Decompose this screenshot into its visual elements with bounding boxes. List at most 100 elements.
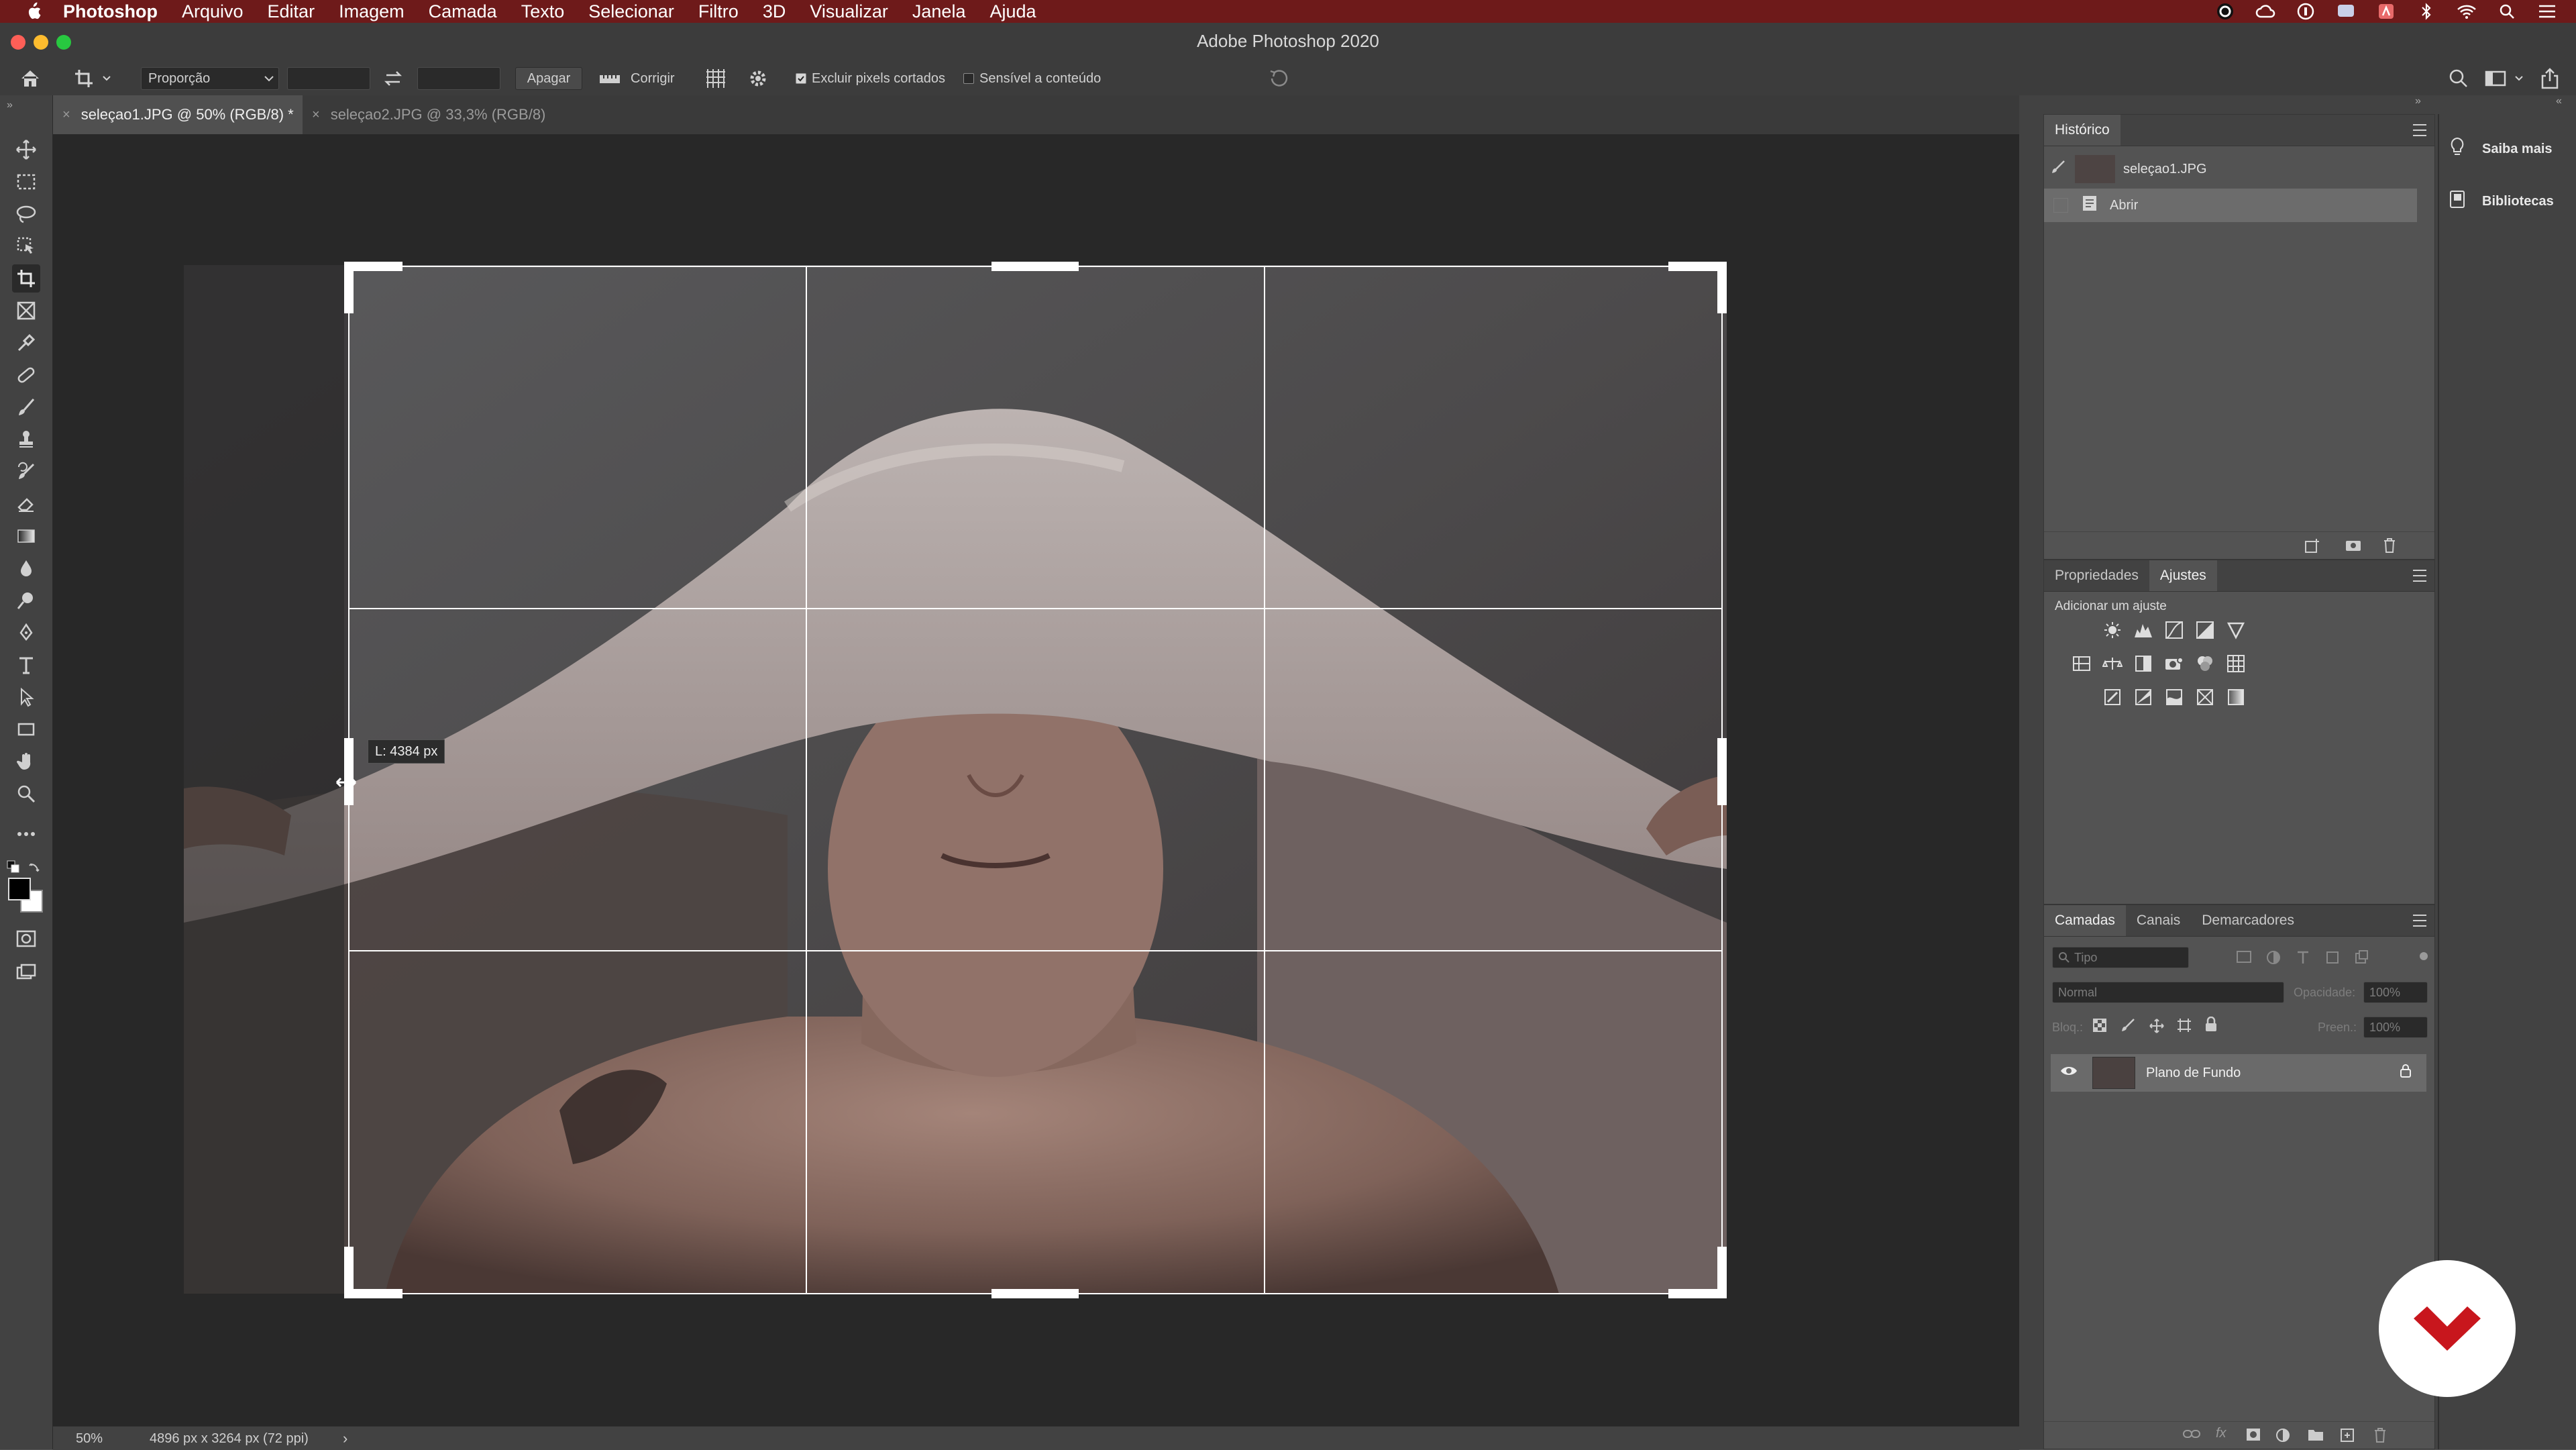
- hue-saturation-icon[interactable]: [2071, 653, 2092, 674]
- history-brush-source-icon[interactable]: [2051, 160, 2067, 178]
- menu-selecionar[interactable]: Selecionar: [588, 1, 674, 22]
- menu-editar[interactable]: Editar: [268, 1, 315, 22]
- blend-mode-select[interactable]: Normal: [2052, 982, 2284, 1003]
- layer-row[interactable]: Plano de Fundo: [2051, 1054, 2426, 1092]
- adobe-icon[interactable]: [2376, 1, 2396, 21]
- color-lookup-icon[interactable]: [2225, 653, 2247, 674]
- search-icon[interactable]: [2449, 67, 2469, 90]
- brightness-contrast-icon[interactable]: [2102, 619, 2123, 641]
- levels-icon[interactable]: [2133, 619, 2154, 641]
- trash-icon[interactable]: [2382, 537, 2397, 557]
- document-info[interactable]: 4896 px x 3264 px (72 ppi): [150, 1431, 309, 1447]
- share-icon[interactable]: [2540, 67, 2560, 90]
- opacity-input[interactable]: 100%: [2363, 982, 2428, 1003]
- delete-layer-icon[interactable]: [2373, 1427, 2387, 1447]
- layer-lock-icon[interactable]: [2400, 1064, 2412, 1082]
- tab-camadas[interactable]: Camadas: [2044, 905, 2126, 936]
- new-adjustment-layer-icon[interactable]: [2275, 1427, 2291, 1447]
- close-tab-icon[interactable]: ×: [312, 107, 320, 123]
- libraries-panel-button[interactable]: Bibliotecas: [2439, 180, 2576, 223]
- lock-artboard-icon[interactable]: [2177, 1018, 2192, 1036]
- more-tools-icon[interactable]: [12, 820, 40, 848]
- crop-tool-icon[interactable]: [12, 264, 40, 293]
- status-menu-chevron-icon[interactable]: ›: [343, 1430, 347, 1447]
- lock-pixels-icon[interactable]: [2121, 1018, 2135, 1036]
- blur-tool-icon[interactable]: [12, 554, 40, 582]
- new-group-icon[interactable]: [2307, 1427, 2324, 1445]
- panel-menu-icon[interactable]: [2413, 915, 2426, 927]
- collapse-side-icon[interactable]: «: [2556, 95, 2562, 107]
- panel-menu-icon[interactable]: [2413, 124, 2426, 136]
- apple-icon[interactable]: [25, 1, 43, 21]
- menu-photoshop[interactable]: Photoshop: [63, 1, 158, 22]
- menu-arquivo[interactable]: Arquivo: [182, 1, 244, 22]
- invert-icon[interactable]: [2102, 686, 2123, 708]
- curves-icon[interactable]: [2163, 619, 2185, 641]
- filter-type-icon[interactable]: [2295, 949, 2311, 969]
- pen-tool-icon[interactable]: [12, 619, 40, 647]
- new-document-from-state-icon[interactable]: [2304, 537, 2322, 557]
- filter-adjustment-icon[interactable]: [2265, 949, 2282, 969]
- channel-mixer-icon[interactable]: [2194, 653, 2216, 674]
- lock-all-icon[interactable]: [2204, 1016, 2218, 1036]
- swap-dimensions-icon[interactable]: [382, 67, 404, 90]
- menu-texto[interactable]: Texto: [521, 1, 565, 22]
- marquee-tool-icon[interactable]: [12, 168, 40, 196]
- history-step[interactable]: Abrir: [2044, 189, 2417, 222]
- collapse-toolbar-icon[interactable]: »: [7, 99, 13, 111]
- tab-canais[interactable]: Canais: [2126, 905, 2191, 936]
- frame-tool-icon[interactable]: [12, 297, 40, 325]
- eye-visibility-icon[interactable]: [2060, 1065, 2078, 1081]
- eyedropper-tool-icon[interactable]: [12, 329, 40, 357]
- filter-pixel-icon[interactable]: [2236, 949, 2252, 968]
- lasso-tool-icon[interactable]: [12, 200, 40, 228]
- tab-historico[interactable]: Histórico: [2044, 115, 2121, 146]
- gradient-tool-icon[interactable]: [12, 522, 40, 550]
- new-layer-icon[interactable]: [2339, 1427, 2355, 1447]
- layer-name[interactable]: Plano de Fundo: [2146, 1066, 2241, 1081]
- tab-document-2[interactable]: × seleçao2.JPG @ 33,3% (RGB/8): [303, 95, 557, 134]
- crop-box[interactable]: [335, 255, 1737, 1303]
- straighten-label[interactable]: Corrigir: [631, 67, 675, 90]
- move-tool-icon[interactable]: [12, 136, 40, 164]
- home-icon[interactable]: [19, 67, 42, 90]
- history-source-checkbox[interactable]: [2053, 198, 2068, 213]
- tab-demarcadores[interactable]: Demarcadores: [2191, 905, 2305, 936]
- fill-input[interactable]: 100%: [2363, 1017, 2428, 1038]
- hand-tool-icon[interactable]: [12, 747, 40, 776]
- selective-color-icon[interactable]: [2194, 686, 2216, 708]
- rectangle-tool-icon[interactable]: [12, 715, 40, 743]
- layer-filter-select[interactable]: Tipo: [2052, 947, 2189, 968]
- tab-ajustes[interactable]: Ajustes: [2149, 560, 2217, 591]
- menu-janela[interactable]: Janela: [912, 1, 966, 22]
- menu-camada[interactable]: Camada: [429, 1, 497, 22]
- collapse-panels-icon[interactable]: »: [2415, 95, 2421, 107]
- posterize-icon[interactable]: [2133, 686, 2154, 708]
- wifi-icon[interactable]: [2457, 1, 2477, 21]
- foreground-color-swatch[interactable]: [8, 878, 31, 900]
- content-aware-checkbox[interactable]: Sensível a conteúdo: [963, 67, 1101, 90]
- swap-colors-icon[interactable]: [28, 860, 42, 877]
- camera-snapshot-icon[interactable]: [2345, 537, 2362, 556]
- crop-width-input[interactable]: [287, 67, 370, 90]
- delete-cropped-checkbox[interactable]: Excluir pixels cortados: [796, 67, 945, 90]
- object-selection-tool-icon[interactable]: [12, 232, 40, 260]
- add-mask-icon[interactable]: [2245, 1427, 2261, 1445]
- quick-mask-icon[interactable]: [12, 925, 40, 953]
- default-colors-icon[interactable]: [7, 860, 20, 877]
- onepassword-icon[interactable]: [2296, 1, 2316, 21]
- clone-stamp-tool-icon[interactable]: [12, 425, 40, 454]
- fx-icon[interactable]: fx: [2216, 1426, 2226, 1441]
- spotlight-icon[interactable]: [2497, 1, 2517, 21]
- creative-cloud-icon[interactable]: [2215, 1, 2235, 21]
- menu-3d[interactable]: 3D: [763, 1, 786, 22]
- workspace-icon[interactable]: [2485, 67, 2528, 90]
- tab-propriedades[interactable]: Propriedades: [2044, 560, 2149, 591]
- color-balance-icon[interactable]: [2102, 653, 2123, 674]
- menu-imagem[interactable]: Imagem: [339, 1, 405, 22]
- menu-filtro[interactable]: Filtro: [698, 1, 739, 22]
- screen-icon[interactable]: [2336, 1, 2356, 21]
- lock-transparency-icon[interactable]: [2092, 1018, 2107, 1036]
- reset-crop-icon[interactable]: [1268, 67, 1289, 90]
- tab-document-1[interactable]: × seleçao1.JPG @ 50% (RGB/8) *: [53, 95, 303, 134]
